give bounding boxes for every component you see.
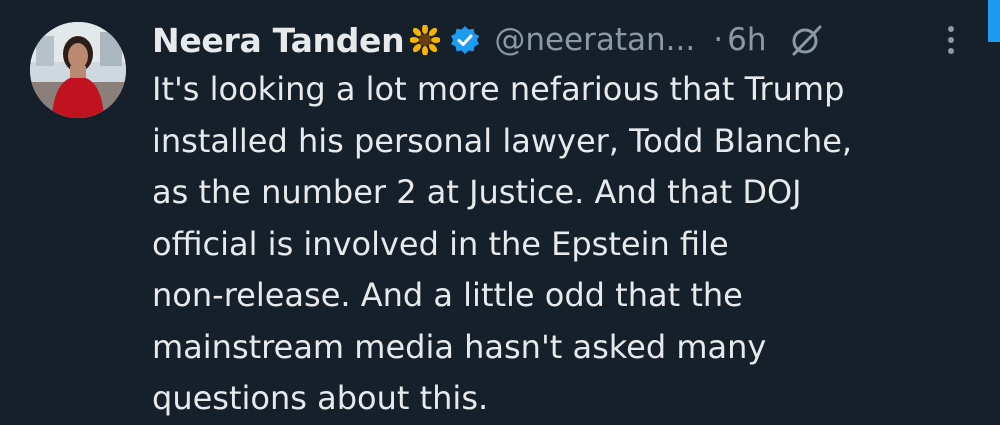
edge-strip (988, 0, 1000, 42)
tweet-text-line: questions about this. (152, 379, 489, 417)
tweet-text-line: non-release. And a little odd that the (152, 276, 743, 314)
tweet-text-line: as the number 2 at Justice. And that DOJ (152, 173, 802, 211)
tweet-card[interactable]: Neera Tanden @neeratan... · 6h It's look… (0, 0, 1000, 425)
tweet-text-line: It's looking a lot more nefarious that T… (152, 70, 845, 108)
avatar[interactable] (30, 22, 126, 118)
tweet-text: It's looking a lot more nefarious that T… (152, 64, 972, 425)
grok-icon[interactable] (788, 22, 824, 58)
timestamp[interactable]: 6h (727, 22, 766, 58)
author-handle[interactable]: @neeratan... (494, 22, 695, 58)
sunflower-icon (409, 24, 442, 56)
tweet-text-line: mainstream media hasn't asked many (152, 327, 767, 366)
tweet-text-line: official is involved in the Epstein file (152, 224, 729, 263)
separator-dot: · (713, 22, 724, 58)
tweet-text-line: installed his personal lawyer, Todd Blan… (152, 121, 853, 160)
verified-badge-icon[interactable] (450, 25, 480, 55)
author-name[interactable]: Neera Tanden (152, 21, 405, 60)
more-vertical-icon[interactable] (936, 20, 966, 60)
tweet-header: Neera Tanden @neeratan... · 6h (152, 16, 982, 64)
